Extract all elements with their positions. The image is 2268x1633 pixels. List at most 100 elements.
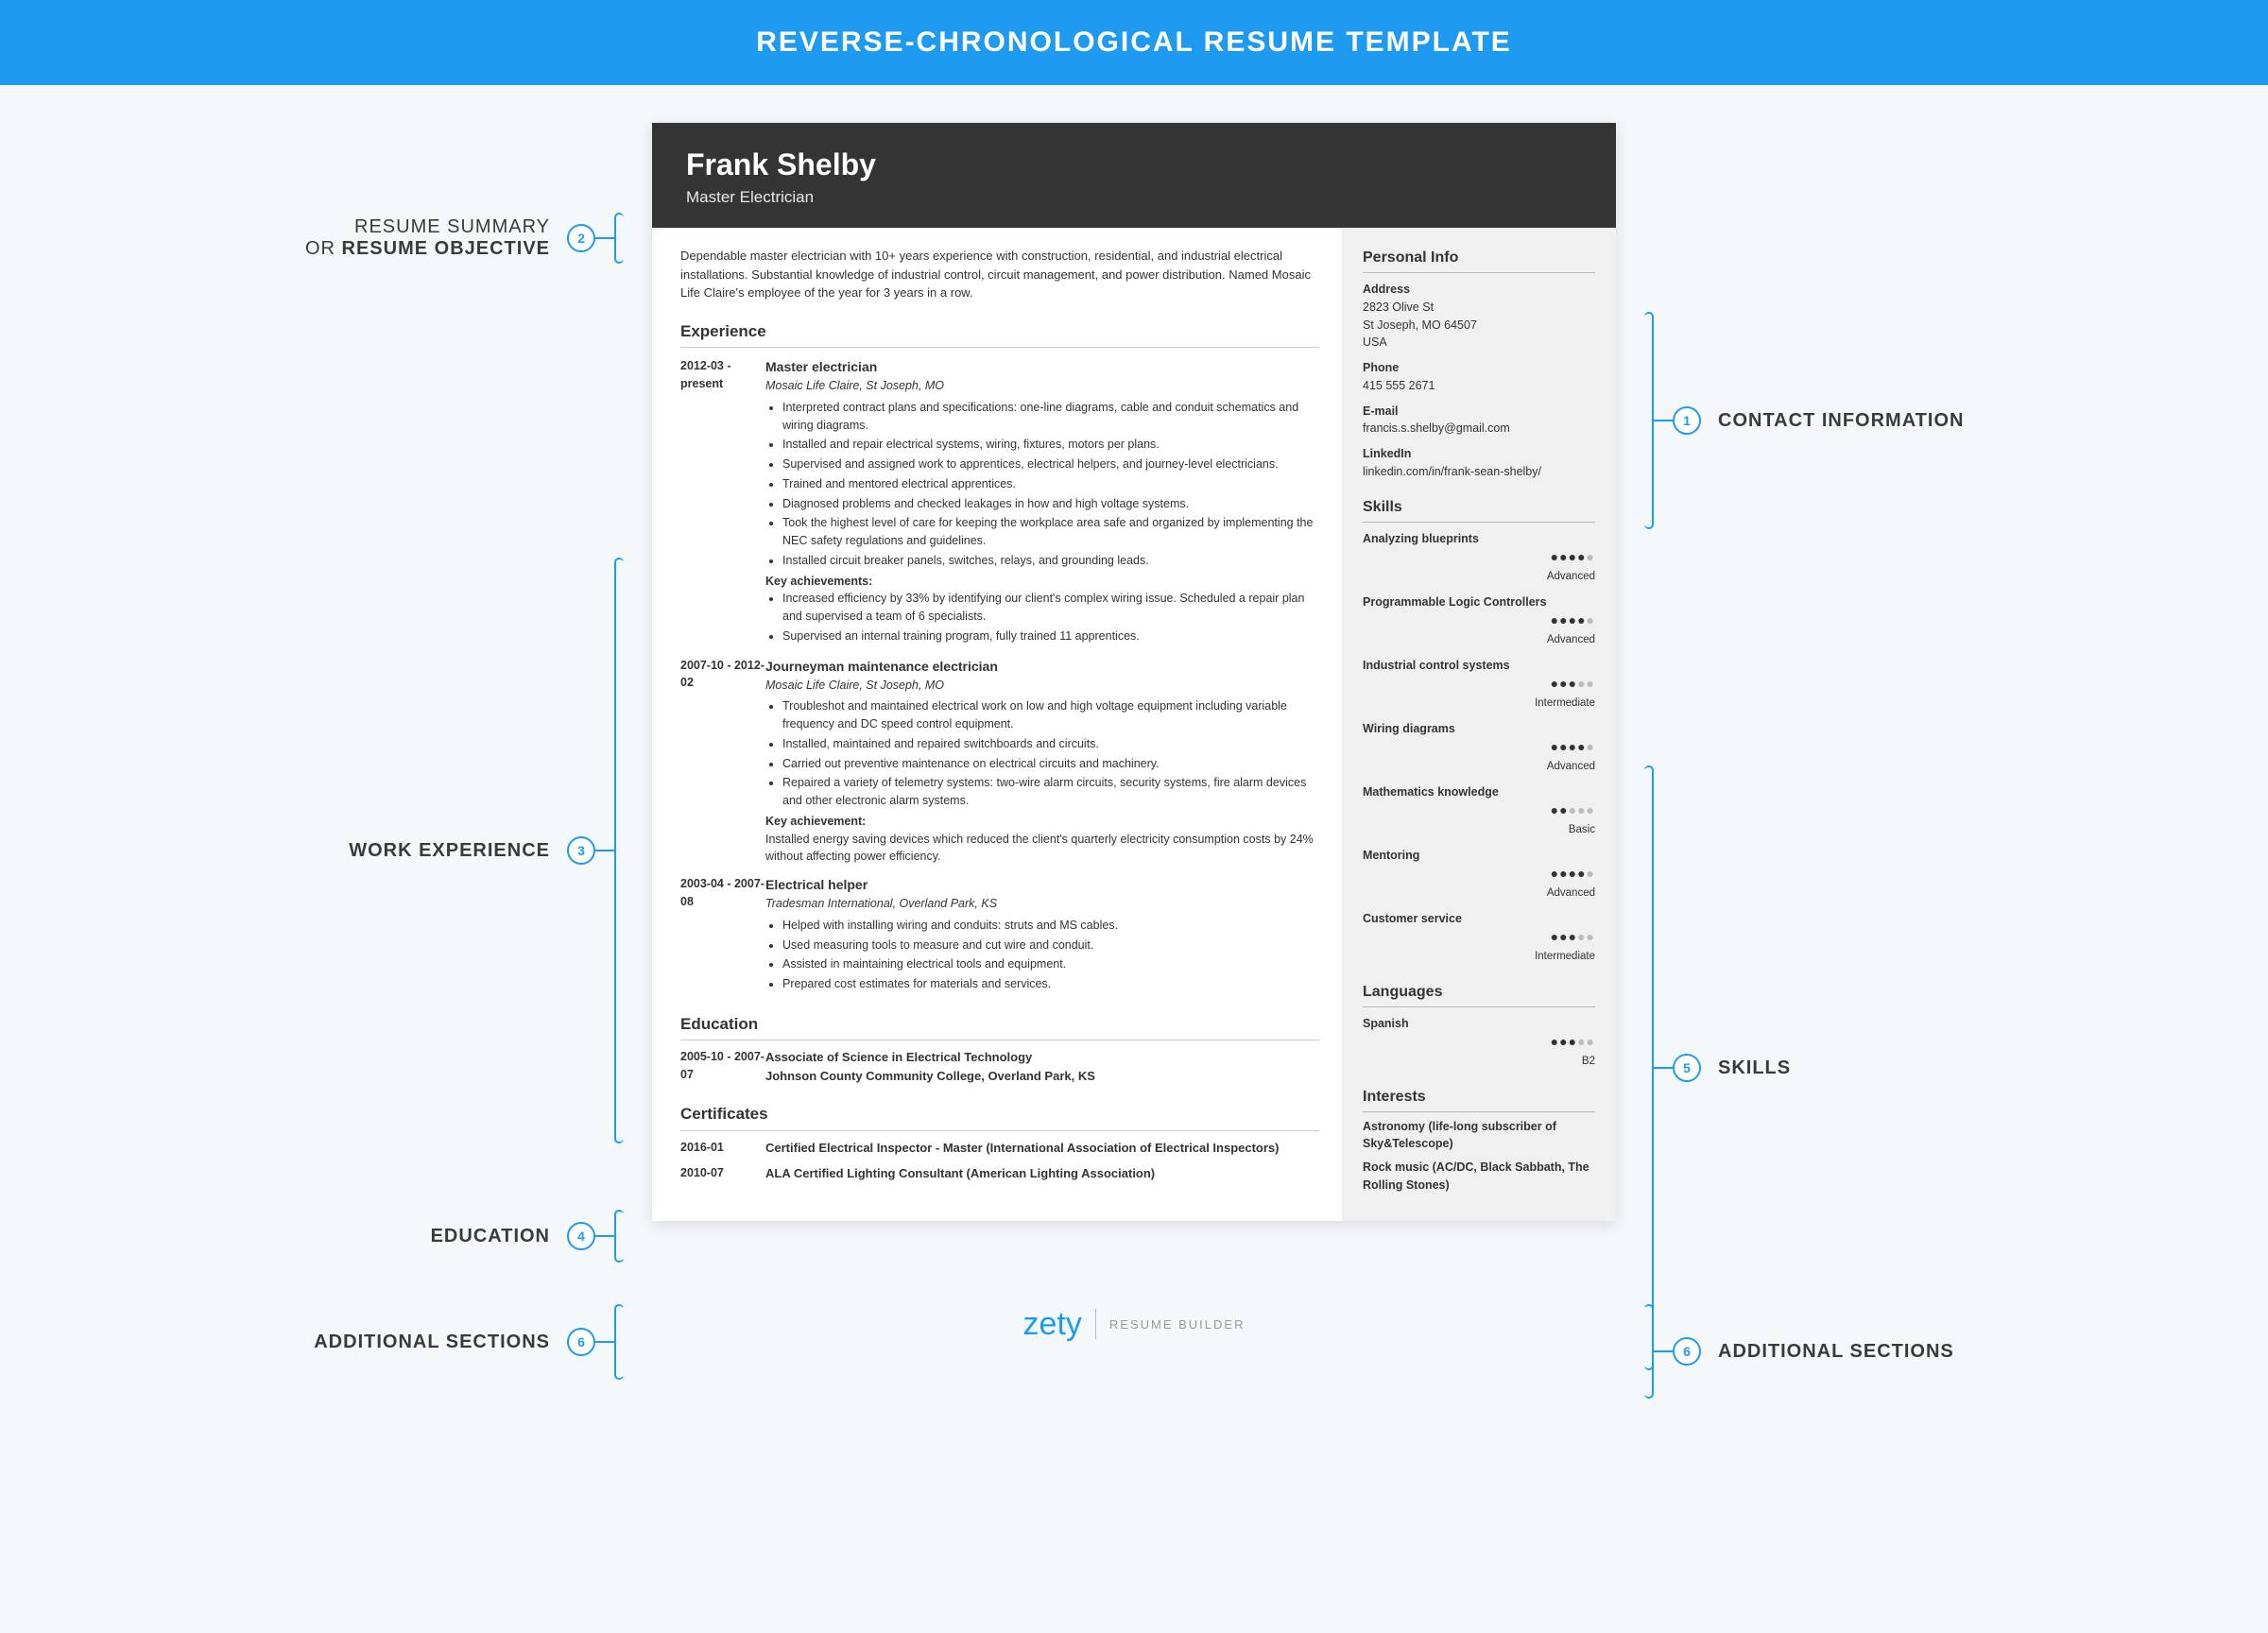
callout-label-experience: WORK EXPERIENCE xyxy=(349,840,550,862)
skill-name: Mentoring xyxy=(1363,847,1595,865)
footer-logo: zety RESUME BUILDER xyxy=(1023,1306,1246,1343)
email-label: E-mail xyxy=(1363,403,1595,421)
experience-bullet: Troubleshot and maintained electrical wo… xyxy=(782,697,1319,733)
certificates-heading: Certificates xyxy=(680,1102,1319,1131)
certificate-name: Certified Electrical Inspector - Master … xyxy=(765,1139,1319,1158)
skill-item: Analyzing blueprints●●●●●Advanced xyxy=(1363,530,1595,586)
experience-entry: 2003-04 - 2007-08Electrical helperTrades… xyxy=(680,875,1319,995)
header-bar: REVERSE-CHRONOLOGICAL RESUME TEMPLATE xyxy=(0,0,2268,85)
address-label: Address xyxy=(1363,281,1595,299)
certificates-list: 2016-01Certified Electrical Inspector - … xyxy=(680,1139,1319,1183)
skill-rating: ●●●●●Intermediate xyxy=(1363,927,1595,965)
experience-bullet: Installed circuit breaker panels, switch… xyxy=(782,552,1319,570)
interests-list: Astronomy (life-long subscriber of Sky&T… xyxy=(1363,1118,1595,1195)
phone-value: 415 555 2671 xyxy=(1363,377,1595,395)
callout-additional-right: 6 ADDITIONAL SECTIONS xyxy=(1644,1304,1954,1399)
personal-info-heading: Personal Info xyxy=(1363,247,1595,273)
skill-item: Programmable Logic Controllers●●●●●Advan… xyxy=(1363,593,1595,649)
callout-summary: 2 RESUME SUMMARY OR RESUME OBJECTIVE xyxy=(305,213,624,264)
linkedin-value: linkedin.com/in/frank-sean-shelby/ xyxy=(1363,463,1595,481)
skill-item: Wiring diagrams●●●●●Advanced xyxy=(1363,720,1595,776)
email-value: francis.s.shelby@gmail.com xyxy=(1363,420,1595,438)
skill-rating: ●●●●●Advanced xyxy=(1363,864,1595,902)
experience-bullet: Diagnosed problems and checked leakages … xyxy=(782,495,1319,513)
certificate-name: ALA Certified Lighting Consultant (Ameri… xyxy=(765,1164,1319,1183)
experience-bullet: Interpreted contract plans and specifica… xyxy=(782,399,1319,435)
callout-label-skills: SKILLS xyxy=(1718,1057,1791,1079)
experience-bullet: Prepared cost estimates for materials an… xyxy=(782,975,1319,993)
callout-label-additional-left: ADDITIONAL SECTIONS xyxy=(314,1332,550,1353)
certificate-entry: 2016-01Certified Electrical Inspector - … xyxy=(680,1139,1319,1158)
experience-bullet: Installed, maintained and repaired switc… xyxy=(782,735,1319,753)
experience-bullet: Took the highest level of care for keepi… xyxy=(782,514,1319,550)
resume-main: Dependable master electrician with 10+ y… xyxy=(652,228,1342,1221)
experience-bullet: Carried out preventive maintenance on el… xyxy=(782,755,1319,773)
certificate-date: 2010-07 xyxy=(680,1164,765,1183)
skill-rating: ●●●●●Basic xyxy=(1363,800,1595,838)
experience-bullet: Used measuring tools to measure and cut … xyxy=(782,937,1319,954)
experience-bullet: Assisted in maintaining electrical tools… xyxy=(782,955,1319,973)
experience-role: Journeyman maintenance electrician xyxy=(765,657,1319,677)
callout-additional-left: 6 ADDITIONAL SECTIONS xyxy=(314,1304,624,1380)
experience-bullet: Installed and repair electrical systems,… xyxy=(782,436,1319,454)
callout-skills: 5 SKILLS xyxy=(1644,765,1791,1370)
page-title: REVERSE-CHRONOLOGICAL RESUME TEMPLATE xyxy=(756,26,1512,59)
resume-title: Master Electrician xyxy=(686,188,1582,207)
callout-num-4: 4 xyxy=(567,1222,595,1250)
certificate-entry: 2010-07ALA Certified Lighting Consultant… xyxy=(680,1164,1319,1183)
education-dates: 2005-10 - 2007-07 xyxy=(680,1048,765,1085)
footer-builder-text: RESUME BUILDER xyxy=(1109,1317,1246,1332)
certificate-date: 2016-01 xyxy=(680,1139,765,1158)
language-item: Spanish●●●●●B2 xyxy=(1363,1015,1595,1071)
experience-bullet: Supervised and assigned work to apprenti… xyxy=(782,456,1319,473)
address-line2: St Joseph, MO 64507 xyxy=(1363,317,1595,335)
resume-header: Frank Shelby Master Electrician xyxy=(652,123,1616,228)
resume-document: Frank Shelby Master Electrician Dependab… xyxy=(652,123,1616,1221)
achievements-label: Key achievement: xyxy=(765,813,1319,831)
footer-divider xyxy=(1095,1309,1096,1339)
experience-role: Master electrician xyxy=(765,357,1319,377)
experience-org: Tradesman International, Overland Park, … xyxy=(765,895,1319,913)
callout-label-summary: RESUME SUMMARY OR RESUME OBJECTIVE xyxy=(305,216,550,260)
resume-body: Dependable master electrician with 10+ y… xyxy=(652,228,1616,1221)
phone-label: Phone xyxy=(1363,359,1595,377)
skill-name: Analyzing blueprints xyxy=(1363,530,1595,548)
main-area: 2 RESUME SUMMARY OR RESUME OBJECTIVE 3 W… xyxy=(0,85,2268,1278)
callout-num-1: 1 xyxy=(1673,406,1701,435)
resume-sidebar: Personal Info Address 2823 Olive St St J… xyxy=(1342,228,1616,1221)
callout-num-6r: 6 xyxy=(1673,1337,1701,1366)
skill-rating: ●●●●●Advanced xyxy=(1363,610,1595,648)
callout-label-education: EDUCATION xyxy=(431,1226,550,1247)
skills-list: Analyzing blueprints●●●●●AdvancedProgram… xyxy=(1363,530,1595,966)
education-school: Johnson County Community College, Overla… xyxy=(765,1067,1319,1086)
callout-education: 4 EDUCATION xyxy=(431,1210,624,1263)
skill-item: Mentoring●●●●●Advanced xyxy=(1363,847,1595,902)
experience-list: 2012-03 - presentMaster electricianMosai… xyxy=(680,357,1319,995)
callout-label-additional-right: ADDITIONAL SECTIONS xyxy=(1718,1341,1954,1363)
callout-experience: 3 WORK EXPERIENCE xyxy=(349,558,624,1143)
experience-dates: 2012-03 - present xyxy=(680,357,765,647)
skill-item: Mathematics knowledge●●●●●Basic xyxy=(1363,783,1595,839)
skill-name: Customer service xyxy=(1363,910,1595,928)
callout-num-3: 3 xyxy=(567,836,595,865)
experience-bullet: Helped with installing wiring and condui… xyxy=(782,917,1319,935)
education-heading: Education xyxy=(680,1012,1319,1041)
resume-name: Frank Shelby xyxy=(686,147,1582,182)
skill-name: Industrial control systems xyxy=(1363,657,1595,675)
experience-org: Mosaic Life Claire, St Joseph, MO xyxy=(765,377,1319,395)
interests-heading: Interests xyxy=(1363,1086,1595,1112)
experience-bullet: Repaired a variety of telemetry systems:… xyxy=(782,774,1319,810)
skill-item: Industrial control systems●●●●●Intermedi… xyxy=(1363,657,1595,713)
achievement-text: Installed energy saving devices which re… xyxy=(765,831,1319,867)
languages-list: Spanish●●●●●B2 xyxy=(1363,1015,1595,1071)
callout-label-contact: CONTACT INFORMATION xyxy=(1718,410,1964,432)
experience-bullet: Trained and mentored electrical apprenti… xyxy=(782,475,1319,493)
skill-name: Mathematics knowledge xyxy=(1363,783,1595,801)
address-line3: USA xyxy=(1363,334,1595,352)
callout-contact: 1 CONTACT INFORMATION xyxy=(1644,312,1964,529)
experience-entry: 2007-10 - 2012-02Journeyman maintenance … xyxy=(680,657,1319,867)
experience-dates: 2007-10 - 2012-02 xyxy=(680,657,765,867)
skill-name: Wiring diagrams xyxy=(1363,720,1595,738)
experience-role: Electrical helper xyxy=(765,875,1319,895)
languages-heading: Languages xyxy=(1363,981,1595,1007)
